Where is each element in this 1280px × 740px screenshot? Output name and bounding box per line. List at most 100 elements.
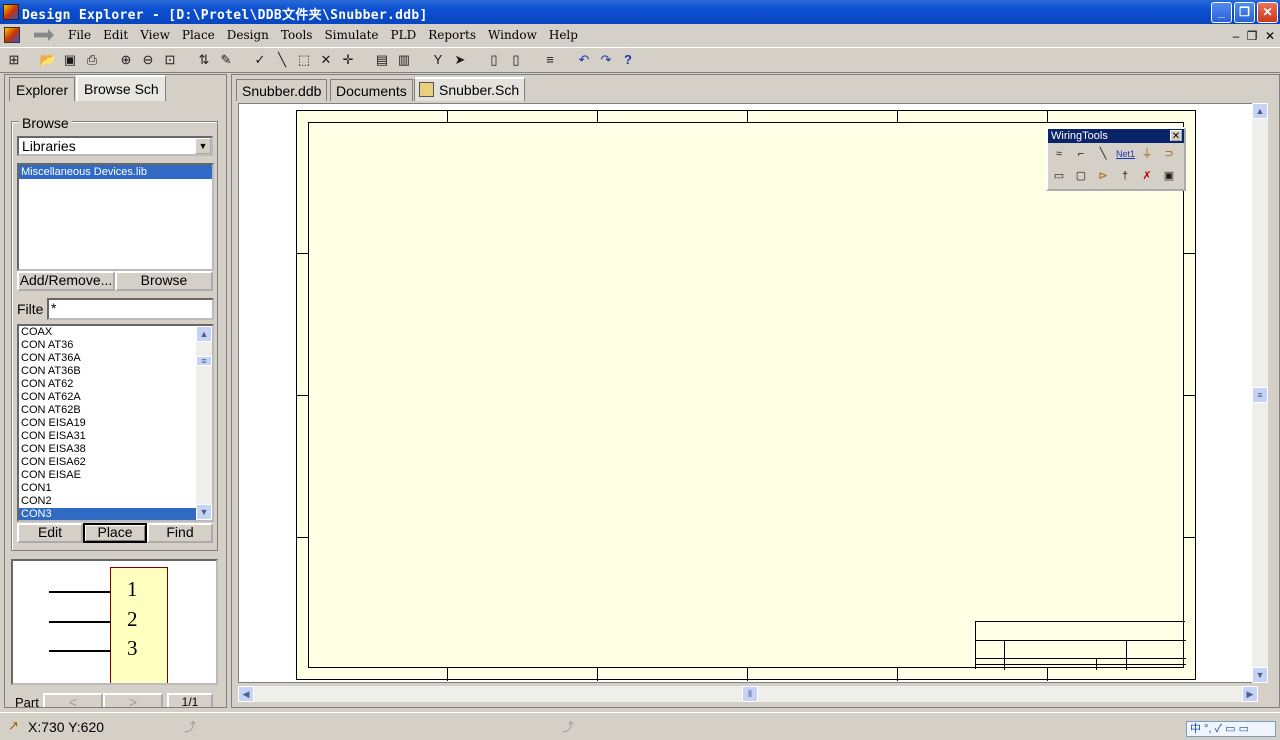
design-manager-toggle-icon[interactable] (34, 29, 54, 41)
find-button[interactable]: Find (147, 523, 213, 543)
minimize-button[interactable]: _ (1211, 2, 1232, 23)
component-item[interactable]: CON1 (19, 482, 199, 495)
book-edit-icon[interactable]: ▯ (506, 51, 526, 69)
library-item[interactable]: Miscellaneous Devices.lib (19, 165, 212, 179)
bus-icon[interactable]: ⌐ (1072, 146, 1090, 162)
component-item[interactable]: CON EISAE (19, 469, 199, 482)
zoom-out-icon[interactable]: ⊖ (138, 51, 158, 69)
redo-icon[interactable]: ↷ (596, 51, 616, 69)
add-remove-button[interactable]: Add/Remove... (17, 271, 115, 291)
scroll-down-icon[interactable]: ▼ (196, 504, 212, 520)
tab-snubber-sch[interactable]: Snubber.Sch (414, 77, 526, 101)
component-item[interactable]: CON AT36 (19, 339, 199, 352)
library-icon[interactable]: ▥ (394, 51, 414, 69)
system-menu-icon[interactable] (4, 27, 20, 43)
mdi-minimize-button[interactable]: – (1229, 29, 1243, 43)
menu-design[interactable]: Design (221, 28, 275, 42)
menu-window[interactable]: Window (482, 28, 543, 42)
component-item[interactable]: CON AT62A (19, 391, 199, 404)
browse-button[interactable]: Browse (115, 271, 213, 291)
component-list-scrollbar[interactable]: ▲ ≡ ▼ (196, 326, 212, 520)
wire-icon[interactable]: ≈ (1050, 146, 1068, 162)
help-icon[interactable]: ? (618, 51, 638, 69)
browse-type-select[interactable]: Libraries ▼ (17, 136, 213, 156)
zoom-fit-icon[interactable]: ⊡ (160, 51, 180, 69)
wiring-tools-palette[interactable]: WiringTools ✕ ≈ ⌐ ╲ Net1 ⏚ ⊃ ▭ ▢ ⊳ † ✗ ▣ (1046, 127, 1186, 191)
cross-probe-icon[interactable]: ✎ (216, 51, 236, 69)
menu-simulate[interactable]: Simulate (318, 28, 384, 42)
menu-tools[interactable]: Tools (275, 28, 319, 42)
place-button[interactable]: Place (83, 523, 147, 543)
mdi-close-button[interactable]: ✕ (1263, 29, 1277, 43)
scroll-left-icon[interactable]: ◀ (238, 686, 254, 702)
align-icon[interactable]: ≡ (540, 51, 560, 69)
sheet-symbol-icon[interactable]: ▢ (1072, 168, 1090, 184)
library-list[interactable]: Miscellaneous Devices.lib (17, 163, 214, 271)
save-icon[interactable]: ▣ (60, 51, 80, 69)
chevron-down-icon[interactable]: ▼ (195, 138, 211, 154)
restore-button[interactable]: ❐ (1234, 2, 1255, 23)
component-list[interactable]: COAX CON AT36 CON AT36A CON AT36B CON AT62 CO… (17, 324, 214, 522)
tab-documents[interactable]: Documents (330, 79, 413, 101)
net-label-icon[interactable]: Net1 (1116, 146, 1135, 162)
move-icon[interactable]: ✛ (338, 51, 358, 69)
component-item[interactable]: CON AT36A (19, 352, 199, 365)
canvas-vertical-scrollbar[interactable]: ▲ ≡ ▼ (1252, 103, 1268, 683)
run-icon[interactable]: ➤ (450, 51, 470, 69)
zoom-in-icon[interactable]: ⊕ (116, 51, 136, 69)
schematic-canvas[interactable]: WiringTools ✕ ≈ ⌐ ╲ Net1 ⏚ ⊃ ▭ ▢ ⊳ † ✗ ▣ (238, 103, 1258, 683)
scroll-thumb[interactable]: ≡ (1252, 387, 1268, 403)
component-item[interactable]: CON EISA38 (19, 443, 199, 456)
part-icon[interactable]: ▭ (1050, 168, 1068, 184)
schematic-sheet[interactable] (296, 110, 1196, 681)
component-item[interactable]: CON EISA31 (19, 430, 199, 443)
sheet-entry-icon[interactable]: ▣ (1160, 168, 1178, 184)
select-area-icon[interactable]: ⬚ (294, 51, 314, 69)
probe-icon[interactable]: Y (428, 51, 448, 69)
app-icon[interactable] (3, 4, 19, 20)
wiring-tools-close-button[interactable]: ✕ (1170, 130, 1182, 142)
canvas-horizontal-scrollbar[interactable]: ◀ ⦀ ▶ (238, 686, 1258, 702)
book-icon[interactable]: ▯ (484, 51, 504, 69)
power-port-icon[interactable]: ⊃ (1160, 146, 1178, 162)
menu-pld[interactable]: PLD (385, 28, 423, 42)
line-tool-icon[interactable]: ╲ (272, 51, 292, 69)
scroll-up-icon[interactable]: ▲ (1252, 103, 1268, 119)
scroll-thumb[interactable]: ≡ (196, 356, 212, 366)
close-button[interactable]: ✕ (1257, 2, 1278, 23)
port-icon[interactable]: ⊳ (1094, 168, 1112, 184)
tab-browse-sch[interactable]: Browse Sch (76, 75, 166, 101)
edit-button[interactable]: Edit (17, 523, 83, 543)
filter-input[interactable]: * (47, 298, 214, 320)
part-next-button[interactable]: > (103, 693, 163, 707)
scroll-right-icon[interactable]: ▶ (1242, 686, 1258, 702)
library-browse-icon[interactable]: ▤ (372, 51, 392, 69)
design-manager-icon[interactable]: ⊞ (4, 51, 24, 69)
tab-explorer[interactable]: Explorer (9, 77, 76, 101)
select-wire-icon[interactable]: ✓ (250, 51, 270, 69)
open-folder-icon[interactable]: 📂 (38, 51, 58, 69)
no-erc-icon[interactable]: ✗ (1138, 168, 1156, 184)
menu-place[interactable]: Place (176, 28, 221, 42)
component-item[interactable]: CON EISA19 (19, 417, 199, 430)
scroll-thumb[interactable]: ⦀ (742, 686, 758, 702)
mdi-restore-button[interactable]: ❐ (1245, 29, 1259, 43)
menu-edit[interactable]: Edit (97, 28, 134, 42)
part-prev-button[interactable]: < (43, 693, 103, 707)
menu-file[interactable]: File (62, 28, 97, 42)
junction-icon[interactable]: † (1116, 168, 1134, 184)
undo-icon[interactable]: ↶ (574, 51, 594, 69)
up-down-hierarchy-icon[interactable]: ⇅ (194, 51, 214, 69)
menu-help[interactable]: Help (543, 28, 584, 42)
print-icon[interactable]: ⎙ (82, 51, 102, 69)
component-item[interactable]: CON AT62B (19, 404, 199, 417)
menu-reports[interactable]: Reports (422, 28, 482, 42)
component-item[interactable]: CON AT62 (19, 378, 199, 391)
scroll-up-icon[interactable]: ▲ (196, 326, 212, 342)
component-item[interactable]: CON3 (19, 508, 199, 520)
component-item[interactable]: CON EISA62 (19, 456, 199, 469)
ground-icon[interactable]: ⏚ (1138, 146, 1156, 162)
deselect-icon[interactable]: ✕ (316, 51, 336, 69)
ime-toolbar[interactable]: 中 °, ✓ ▭ ▭ (1186, 721, 1276, 737)
bus-entry-icon[interactable]: ╲ (1094, 146, 1112, 162)
